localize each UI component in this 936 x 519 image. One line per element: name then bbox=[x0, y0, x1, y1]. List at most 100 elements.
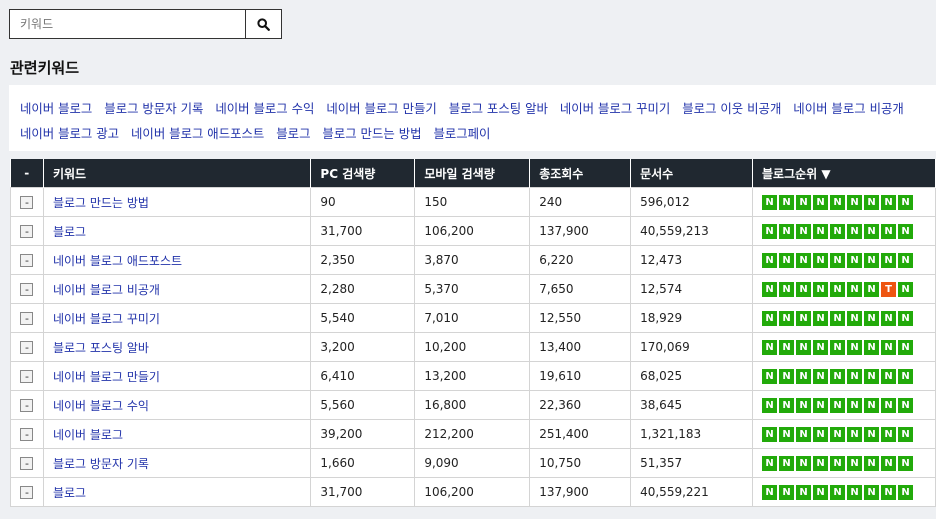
keyword-link[interactable]: 블로그 방문자 기록 bbox=[42, 448, 312, 478]
rank-badge[interactable]: N bbox=[779, 281, 794, 297]
rank-badge[interactable]: N bbox=[796, 484, 811, 500]
rank-badge[interactable]: N bbox=[779, 368, 794, 384]
related-keyword-link[interactable]: 블로그페이 bbox=[433, 126, 490, 141]
header-total-views[interactable]: 총조회수 bbox=[529, 159, 632, 188]
rank-badge[interactable]: N bbox=[881, 223, 896, 239]
keyword-link[interactable]: 네이버 블로그 만들기 bbox=[42, 361, 312, 391]
rank-badge[interactable]: N bbox=[813, 397, 828, 413]
header-doc-count[interactable]: 문서수 bbox=[630, 159, 753, 188]
related-keyword-link[interactable]: 네이버 블로그 광고 bbox=[20, 126, 119, 141]
rank-badge[interactable]: N bbox=[847, 397, 862, 413]
rank-badge[interactable]: N bbox=[813, 252, 828, 268]
rank-badge[interactable]: N bbox=[762, 426, 777, 442]
rank-badge[interactable]: N bbox=[762, 223, 777, 239]
rank-badge[interactable]: N bbox=[813, 368, 828, 384]
rank-badge[interactable]: N bbox=[864, 281, 879, 297]
keyword-link[interactable]: 네이버 블로그 꾸미기 bbox=[42, 303, 312, 333]
related-keyword-link[interactable]: 네이버 블로그 애드포스트 bbox=[131, 126, 264, 141]
remove-row-button[interactable]: - bbox=[20, 428, 34, 441]
rank-badge[interactable]: N bbox=[762, 252, 777, 268]
rank-badge[interactable]: N bbox=[762, 397, 777, 413]
rank-badge[interactable]: N bbox=[847, 426, 862, 442]
rank-badge[interactable]: N bbox=[898, 252, 913, 268]
rank-badge[interactable]: T bbox=[881, 281, 896, 297]
rank-badge[interactable]: N bbox=[864, 223, 879, 239]
rank-badge[interactable]: N bbox=[898, 339, 913, 355]
rank-badge[interactable]: N bbox=[779, 484, 794, 500]
rank-badge[interactable]: N bbox=[881, 484, 896, 500]
remove-row-button[interactable]: - bbox=[20, 457, 34, 470]
rank-badge[interactable]: N bbox=[864, 426, 879, 442]
rank-badge[interactable]: N bbox=[813, 310, 828, 326]
rank-badge[interactable]: N bbox=[864, 455, 879, 471]
rank-badge[interactable]: N bbox=[762, 484, 777, 500]
keyword-link[interactable]: 블로그 bbox=[42, 216, 312, 246]
rank-badge[interactable]: N bbox=[864, 484, 879, 500]
related-keyword-link[interactable]: 네이버 블로그 만들기 bbox=[326, 101, 436, 116]
rank-badge[interactable]: N bbox=[847, 281, 862, 297]
rank-badge[interactable]: N bbox=[779, 339, 794, 355]
header-blog-rank[interactable]: 블로그순위 ▼ bbox=[752, 159, 936, 188]
related-keyword-link[interactable]: 네이버 블로그 수익 bbox=[215, 101, 314, 116]
rank-badge[interactable]: N bbox=[779, 310, 794, 326]
rank-badge[interactable]: N bbox=[813, 455, 828, 471]
rank-badge[interactable]: N bbox=[864, 194, 879, 210]
rank-badge[interactable]: N bbox=[813, 281, 828, 297]
rank-badge[interactable]: N bbox=[762, 310, 777, 326]
related-keyword-link[interactable]: 블로그 방문자 기록 bbox=[104, 101, 203, 116]
remove-row-button[interactable]: - bbox=[20, 341, 34, 354]
related-keyword-link[interactable]: 네이버 블로그 bbox=[20, 101, 92, 116]
header-mobile-volume[interactable]: 모바일 검색량 bbox=[414, 159, 531, 188]
rank-badge[interactable]: N bbox=[864, 339, 879, 355]
rank-badge[interactable]: N bbox=[898, 368, 913, 384]
related-keyword-link[interactable]: 블로그 bbox=[276, 126, 310, 141]
rank-badge[interactable]: N bbox=[796, 281, 811, 297]
rank-badge[interactable]: N bbox=[864, 368, 879, 384]
rank-badge[interactable]: N bbox=[796, 194, 811, 210]
keyword-link[interactable]: 블로그 포스팅 알바 bbox=[42, 332, 312, 362]
rank-badge[interactable]: N bbox=[898, 455, 913, 471]
header-keyword[interactable]: 키워드 bbox=[43, 159, 312, 188]
related-keyword-link[interactable]: 블로그 포스팅 알바 bbox=[449, 101, 548, 116]
keyword-link[interactable]: 네이버 블로그 수익 bbox=[42, 390, 312, 420]
rank-badge[interactable]: N bbox=[779, 397, 794, 413]
rank-badge[interactable]: N bbox=[762, 194, 777, 210]
rank-badge[interactable]: N bbox=[830, 484, 845, 500]
rank-badge[interactable]: N bbox=[762, 455, 777, 471]
related-keyword-link[interactable]: 블로그 만드는 방법 bbox=[322, 126, 421, 141]
related-keyword-link[interactable]: 네이버 블로그 비공개 bbox=[793, 101, 903, 116]
rank-badge[interactable]: N bbox=[881, 252, 896, 268]
rank-badge[interactable]: N bbox=[881, 368, 896, 384]
rank-badge[interactable]: N bbox=[847, 194, 862, 210]
rank-badge[interactable]: N bbox=[898, 223, 913, 239]
rank-badge[interactable]: N bbox=[881, 339, 896, 355]
remove-row-button[interactable]: - bbox=[20, 254, 34, 267]
rank-badge[interactable]: N bbox=[881, 310, 896, 326]
keyword-link[interactable]: 네이버 블로그 애드포스트 bbox=[42, 245, 312, 275]
remove-row-button[interactable]: - bbox=[20, 196, 34, 209]
rank-badge[interactable]: N bbox=[830, 397, 845, 413]
rank-badge[interactable]: N bbox=[830, 223, 845, 239]
rank-badge[interactable]: N bbox=[796, 252, 811, 268]
header-pc-volume[interactable]: PC 검색량 bbox=[310, 159, 416, 188]
rank-badge[interactable]: N bbox=[813, 194, 828, 210]
remove-row-button[interactable]: - bbox=[20, 486, 34, 499]
rank-badge[interactable]: N bbox=[830, 426, 845, 442]
rank-badge[interactable]: N bbox=[864, 310, 879, 326]
remove-row-button[interactable]: - bbox=[20, 370, 34, 383]
rank-badge[interactable]: N bbox=[813, 223, 828, 239]
rank-badge[interactable]: N bbox=[881, 397, 896, 413]
rank-badge[interactable]: N bbox=[830, 252, 845, 268]
rank-badge[interactable]: N bbox=[796, 368, 811, 384]
rank-badge[interactable]: N bbox=[847, 310, 862, 326]
rank-badge[interactable]: N bbox=[881, 455, 896, 471]
rank-badge[interactable]: N bbox=[796, 426, 811, 442]
rank-badge[interactable]: N bbox=[796, 455, 811, 471]
rank-badge[interactable]: N bbox=[830, 339, 845, 355]
rank-badge[interactable]: N bbox=[796, 397, 811, 413]
rank-badge[interactable]: N bbox=[898, 281, 913, 297]
rank-badge[interactable]: N bbox=[847, 455, 862, 471]
rank-badge[interactable]: N bbox=[779, 194, 794, 210]
rank-badge[interactable]: N bbox=[864, 397, 879, 413]
rank-badge[interactable]: N bbox=[779, 455, 794, 471]
